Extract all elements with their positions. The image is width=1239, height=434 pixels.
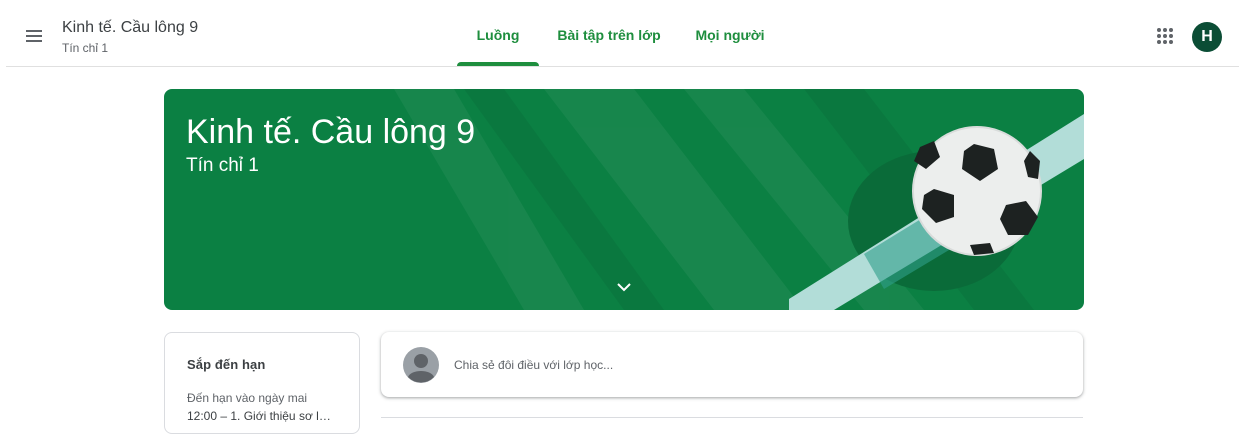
upcoming-due-label: Đến hạn vào ngày mai [187,391,308,405]
top-app-bar: Kinh tế. Cầu lông 9 Tín chỉ 1 Luồng Bài … [6,6,1239,67]
upcoming-title: Sắp đến hạn [187,357,266,372]
banner-subtitle: Tín chỉ 1 [186,155,259,176]
share-placeholder: Chia sẻ đôi điều với lớp học... [454,358,614,372]
share-with-class-box[interactable]: Chia sẻ đôi điều với lớp học... [381,332,1083,397]
course-title[interactable]: Kinh tế. Cầu lông 9 [62,19,198,37]
google-apps-icon[interactable] [1153,24,1177,48]
banner-title: Kinh tế. Cầu lông 9 [186,113,476,151]
stream-post-card [381,417,1083,428]
soccer-ball-icon [912,126,1042,256]
tab-stream[interactable]: Luồng [457,6,539,66]
class-banner: Kinh tế. Cầu lông 9 Tín chỉ 1 [164,89,1084,310]
upcoming-card: Sắp đến hạn Đến hạn vào ngày mai 12:00 –… [164,332,360,434]
account-avatar[interactable]: H [1192,22,1222,52]
user-avatar-icon [403,347,439,383]
course-subtitle: Tín chỉ 1 [62,41,109,55]
tab-classwork[interactable]: Bài tập trên lớp [556,6,662,66]
main-menu-icon[interactable] [22,24,46,48]
tab-people[interactable]: Mọi người [690,6,770,66]
chevron-down-icon[interactable] [612,275,636,299]
